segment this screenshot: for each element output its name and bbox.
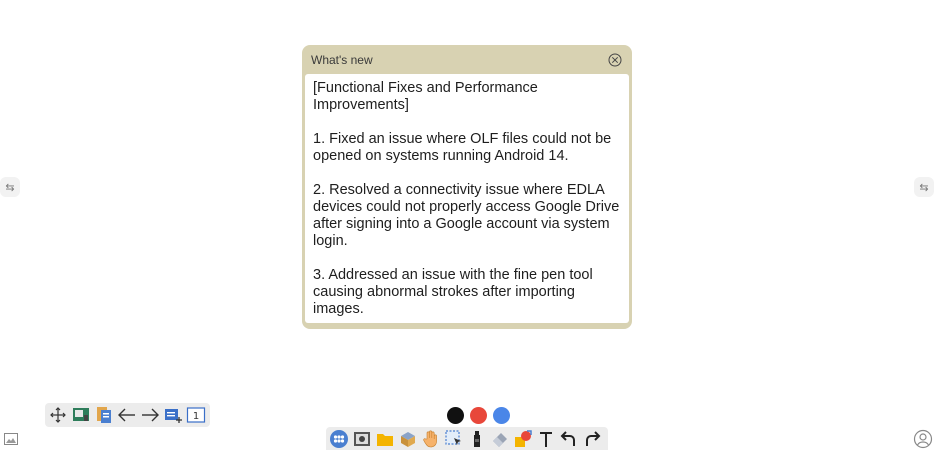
undo-button[interactable]	[558, 428, 580, 450]
add-page-icon	[165, 409, 182, 423]
release-notes-heading: [Functional Fixes and Performance Improv…	[313, 80, 538, 113]
close-icon	[608, 53, 622, 66]
swap-icon: ⇆	[919, 180, 929, 194]
shapes-button[interactable]	[512, 428, 534, 450]
camera-icon	[354, 431, 370, 446]
pages-button[interactable]	[94, 405, 114, 425]
shapes-icon	[515, 429, 532, 447]
move-button[interactable]	[48, 405, 68, 425]
hand-icon	[423, 430, 437, 447]
dialog-header: What's new	[305, 45, 629, 74]
apps-button[interactable]	[328, 428, 350, 450]
page-number-icon: 1	[186, 407, 206, 423]
redo-icon	[586, 430, 601, 446]
undo-icon	[560, 430, 575, 446]
hand-tool-button[interactable]	[420, 428, 442, 450]
whats-new-dialog: What's new [Functional Fixes and Perform…	[302, 45, 632, 329]
account-button[interactable]	[913, 429, 933, 449]
release-note-item: 1. Fixed an issue where OLF files could …	[313, 131, 612, 164]
select-button[interactable]	[443, 428, 465, 450]
back-arrow-icon	[118, 408, 135, 422]
page-number-text: 1	[193, 411, 199, 422]
user-icon	[913, 429, 933, 449]
selection-icon	[445, 429, 461, 445]
text-button[interactable]	[535, 428, 557, 450]
toolbox-button[interactable]	[397, 428, 419, 450]
color-swatch-black[interactable]	[447, 407, 464, 424]
main-toolbar	[326, 427, 608, 450]
folder-icon	[377, 433, 393, 446]
marker-pen-button[interactable]	[466, 428, 488, 450]
redo-button[interactable]	[581, 428, 603, 450]
pages-icon	[97, 407, 111, 423]
dialog-title: What's new	[311, 52, 373, 67]
swap-side-left-button[interactable]: ⇆	[0, 177, 20, 197]
release-note-item: 3. Addressed an issue with the fine pen …	[313, 267, 593, 317]
page-toolbar: 1	[45, 403, 210, 427]
image-icon	[4, 433, 18, 445]
apps-icon	[330, 429, 348, 448]
release-notes-body: [Functional Fixes and Performance Improv…	[305, 74, 629, 323]
page-number-button[interactable]: 1	[186, 405, 206, 425]
box-icon	[401, 431, 415, 447]
release-note-item: 2. Resolved a connectivity issue where E…	[313, 182, 620, 249]
exit-board-icon	[73, 408, 89, 421]
eraser-button[interactable]	[489, 428, 511, 450]
text-icon	[540, 431, 552, 447]
forward-arrow-icon	[142, 408, 159, 422]
next-page-button[interactable]	[140, 405, 160, 425]
add-page-button[interactable]	[163, 405, 183, 425]
camera-button[interactable]	[351, 428, 373, 450]
swap-icon: ⇆	[5, 180, 15, 194]
move-icon	[50, 407, 66, 423]
folder-button[interactable]	[374, 428, 396, 450]
pen-color-picker	[447, 407, 510, 424]
close-button[interactable]	[607, 52, 623, 68]
insert-image-button[interactable]	[1, 429, 21, 449]
previous-page-button[interactable]	[117, 405, 137, 425]
exit-board-button[interactable]	[71, 405, 91, 425]
color-swatch-blue[interactable]	[493, 407, 510, 424]
color-swatch-red[interactable]	[470, 407, 487, 424]
marker-pen-icon	[474, 430, 480, 447]
eraser-icon	[493, 432, 507, 447]
swap-side-right-button[interactable]: ⇆	[914, 177, 934, 197]
